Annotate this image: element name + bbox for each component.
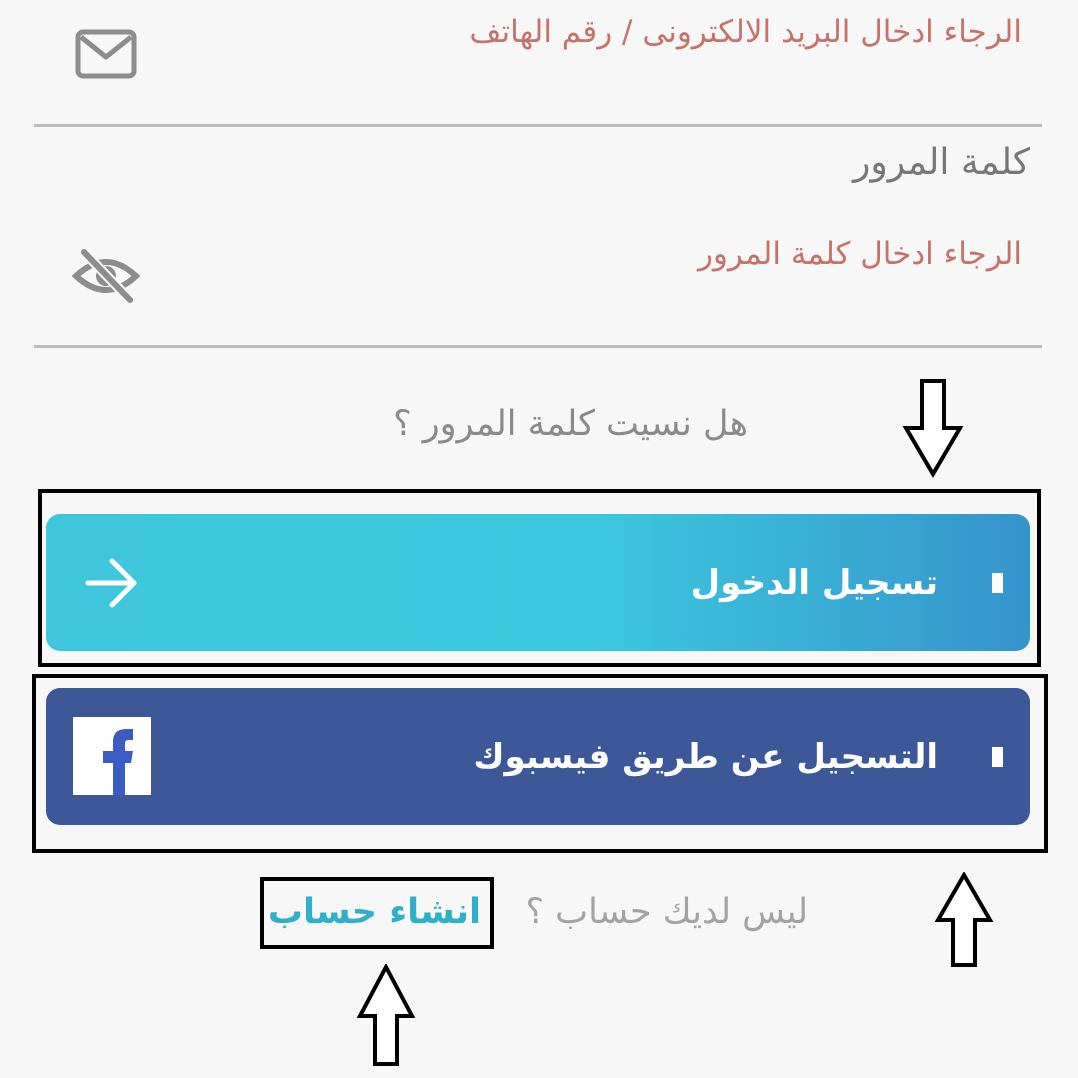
login-button[interactable]: تسجيل الدخول [46,514,1030,651]
arrow-up-icon [934,872,994,967]
facebook-login-button[interactable]: التسجيل عن طريق فيسبوك [46,688,1030,825]
forgot-password-link[interactable]: هل نسيت كلمة المرور ؟ [393,404,748,444]
facebook-button-label: التسجيل عن طريق فيسبوك [473,736,938,777]
password-underline [34,345,1042,348]
email-input[interactable]: الرجاء ادخال البريد الالكترونى / رقم اله… [469,14,1022,50]
mail-icon [74,28,138,80]
no-account-text: ليس لديك حساب ؟ [525,892,808,932]
arrow-up-icon [356,964,416,1066]
login-button-label: تسجيل الدخول [690,562,938,603]
create-account-link[interactable]: انشاء حساب [268,892,481,932]
email-underline [34,124,1042,127]
password-input[interactable]: الرجاء ادخال كلمة المرور [698,236,1022,272]
login-marker [992,572,1003,593]
facebook-icon [73,717,151,795]
arrow-right-icon [84,556,140,610]
facebook-marker [992,746,1003,767]
eye-off-icon[interactable] [72,246,140,306]
password-label: كلمة المرور [852,142,1030,183]
arrow-down-icon [902,379,964,478]
